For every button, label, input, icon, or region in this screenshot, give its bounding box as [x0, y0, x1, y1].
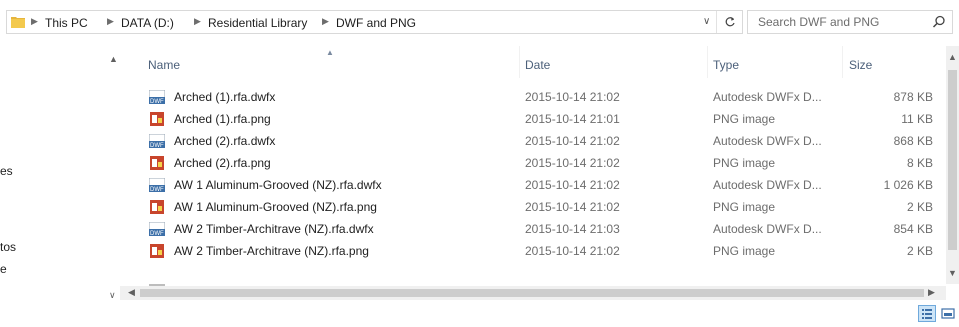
file-name: Arched (1).rfa.png	[174, 112, 271, 126]
file-name: AW 2 Timber-Architrave (NZ).rfa.dwfx	[174, 222, 374, 236]
file-row[interactable]: AW 1 Aluminum-Grooved (NZ).rfa.png 2015-…	[136, 196, 946, 218]
large-icons-view-icon	[941, 308, 955, 319]
file-row[interactable]: AW 2 Timber-Architrave (NZ).rfa.png 2015…	[136, 240, 946, 262]
column-header-date[interactable]: Date	[525, 58, 550, 72]
file-type: PNG image	[713, 200, 776, 214]
chevron-down-icon[interactable]: ∨	[703, 16, 710, 27]
breadcrumb-residential-library[interactable]: Residential Library	[208, 16, 307, 30]
column-header-size[interactable]: Size	[849, 58, 872, 72]
horizontal-scrollbar[interactable]: ◀ ▶	[120, 286, 946, 300]
file-name: AW 2 Timber-Architrave (NZ).rfa.png	[174, 244, 369, 258]
svg-text:DWF: DWF	[150, 143, 164, 148]
file-size: 878 KB	[893, 90, 933, 104]
search-box[interactable]	[747, 10, 953, 34]
file-row[interactable]: Arched (1).rfa.png 2015-10-14 21:01 PNG …	[136, 108, 946, 130]
file-date: 2015-10-14 21:03	[525, 222, 620, 236]
sort-ascending-icon: ▲	[326, 48, 334, 57]
column-divider[interactable]	[842, 46, 843, 78]
file-size: 868 KB	[893, 134, 933, 148]
chevron-right-icon[interactable]: ▶	[322, 16, 329, 27]
column-divider[interactable]	[519, 46, 520, 78]
file-row[interactable]: DWF AW 2 Timber-Architrave (NZ).rfa.dwfx…	[136, 218, 946, 240]
file-row[interactable]: Arched (2).rfa.png 2015-10-14 21:02 PNG …	[136, 152, 946, 174]
file-type: PNG image	[713, 156, 776, 170]
png-file-icon	[150, 244, 164, 258]
file-size: 2 KB	[906, 200, 933, 214]
png-file-icon	[150, 156, 164, 170]
file-row[interactable]: DWF Arched (2).rfa.dwfx 2015-10-14 21:02…	[136, 130, 946, 152]
file-type: Autodesk DWFx D...	[713, 222, 822, 236]
scroll-right-icon[interactable]: ▶	[928, 287, 935, 298]
dwfx-file-icon: DWF	[149, 90, 165, 104]
breadcrumb-dwf-and-png[interactable]: DWF and PNG	[336, 16, 416, 30]
file-name: AW 1 Aluminum-Grooved (NZ).rfa.dwfx	[174, 178, 382, 192]
nav-item[interactable]: tos	[0, 240, 16, 254]
scroll-down-icon[interactable]: ▼	[948, 268, 957, 278]
column-header-type[interactable]: Type	[713, 58, 739, 72]
horizontal-scroll-thumb[interactable]	[140, 289, 924, 297]
nav-item[interactable]: e	[0, 262, 7, 276]
file-size: 8 KB	[906, 156, 933, 170]
svg-text:DWF: DWF	[150, 99, 164, 104]
chevron-right-icon[interactable]: ▶	[107, 16, 114, 27]
column-divider[interactable]	[707, 46, 708, 78]
window-top-strip	[0, 0, 959, 8]
breadcrumb-data-drive[interactable]: DATA (D:)	[121, 16, 174, 30]
nav-item[interactable]: es	[0, 164, 13, 178]
vertical-scrollbar[interactable]: ▲ ▼	[946, 46, 959, 284]
refresh-icon	[725, 17, 735, 27]
search-icon[interactable]	[932, 15, 946, 29]
file-date: 2015-10-14 21:02	[525, 134, 620, 148]
large-icons-view-button[interactable]	[939, 305, 957, 322]
file-row[interactable]: DWF Arched (1).rfa.dwfx 2015-10-14 21:02…	[136, 86, 946, 108]
dwfx-file-icon: DWF	[149, 222, 165, 236]
file-name: Arched (1).rfa.dwfx	[174, 90, 276, 104]
svg-text:DWF: DWF	[150, 187, 164, 192]
chevron-right-icon[interactable]: ▶	[31, 16, 38, 27]
file-row[interactable]: DWF AW 1 Aluminum-Grooved (NZ).rfa.dwfx …	[136, 174, 946, 196]
file-date: 2015-10-14 21:01	[525, 112, 620, 126]
png-file-icon	[150, 200, 164, 214]
nav-scroll-up-icon[interactable]: ▲	[109, 54, 118, 64]
file-size: 854 KB	[893, 222, 933, 236]
dwfx-file-icon: DWF	[149, 178, 165, 192]
file-name: Arched (2).rfa.png	[174, 156, 271, 170]
dwfx-file-icon: DWF	[149, 134, 165, 148]
file-name: AW 1 Aluminum-Grooved (NZ).rfa.png	[174, 200, 377, 214]
file-date: 2015-10-14 21:02	[525, 200, 620, 214]
chevron-right-icon[interactable]: ▶	[194, 16, 201, 27]
file-date: 2015-10-14 21:02	[525, 244, 620, 258]
file-type: Autodesk DWFx D...	[713, 134, 822, 148]
folder-icon	[11, 17, 25, 28]
scroll-up-icon[interactable]: ▲	[948, 52, 957, 62]
file-type: PNG image	[713, 112, 776, 126]
file-size: 1 026 KB	[883, 178, 933, 192]
vertical-scroll-thumb[interactable]	[948, 70, 957, 250]
navigation-pane[interactable]: es tos e	[0, 44, 126, 299]
file-size: 11 KB	[901, 112, 933, 126]
nav-scroll-down-icon[interactable]: ∨	[109, 290, 116, 301]
breadcrumb-this-pc[interactable]: This PC	[45, 16, 88, 30]
file-date: 2015-10-14 21:02	[525, 178, 620, 192]
file-type: Autodesk DWFx D...	[713, 178, 822, 192]
file-size: 2 KB	[906, 244, 933, 258]
file-date: 2015-10-14 21:02	[525, 156, 620, 170]
refresh-button[interactable]	[716, 11, 742, 33]
svg-text:DWF: DWF	[150, 231, 164, 236]
address-bar[interactable]: ▶ This PC ▶ DATA (D:) ▶ Residential Libr…	[6, 10, 743, 34]
file-type: Autodesk DWFx D...	[713, 90, 822, 104]
column-headers: ▲ Name Date Type Size	[136, 46, 946, 80]
column-header-name[interactable]: Name	[148, 58, 180, 72]
details-view-button[interactable]	[918, 305, 936, 322]
scroll-left-icon[interactable]: ◀	[128, 287, 135, 298]
details-view-icon	[922, 309, 932, 319]
search-input[interactable]	[754, 13, 932, 31]
png-file-icon	[150, 112, 164, 126]
file-name: Arched (2).rfa.dwfx	[174, 134, 276, 148]
file-type: PNG image	[713, 244, 776, 258]
file-date: 2015-10-14 21:02	[525, 90, 620, 104]
